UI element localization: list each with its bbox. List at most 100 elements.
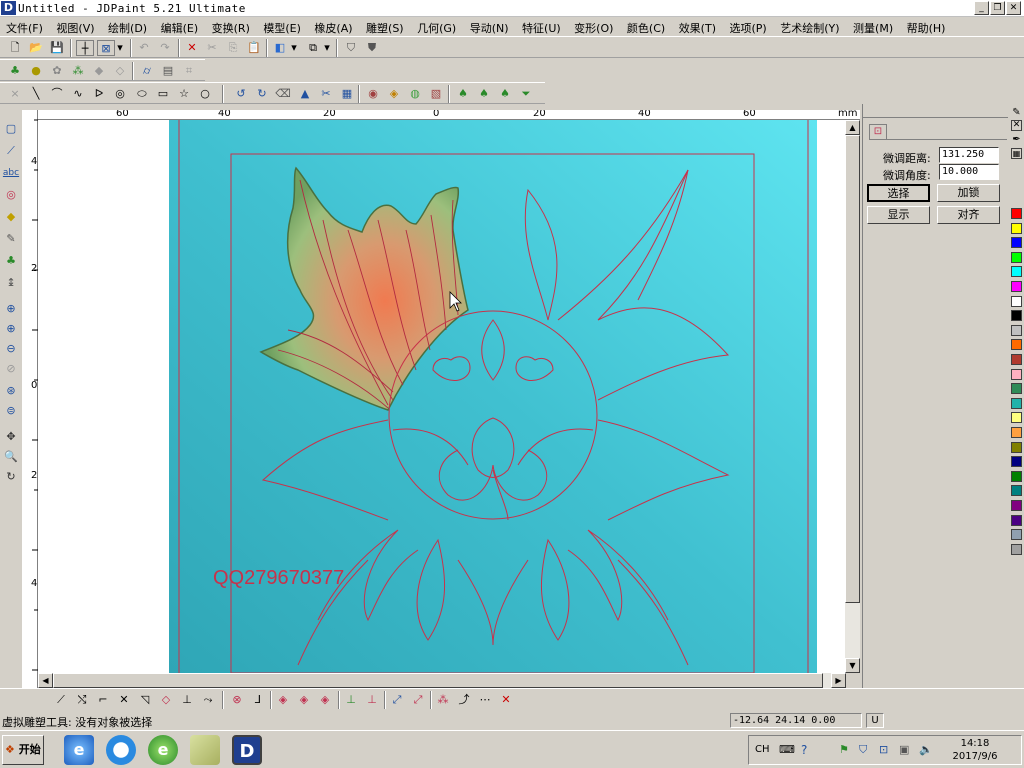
color-swatch[interactable] <box>1011 222 1022 234</box>
close-button[interactable]: ✕ <box>1006 1 1021 15</box>
pan-icon[interactable]: ✥ <box>2 428 20 446</box>
view-cube-icon[interactable]: ⧉ <box>304 40 322 56</box>
menu-draw[interactable]: 绘制(D) <box>102 17 147 36</box>
color-swatch[interactable] <box>1011 368 1022 380</box>
pin-icon[interactable]: ⤢ <box>388 692 406 708</box>
grid-icon[interactable]: ▤ <box>159 63 177 79</box>
menu-eraser[interactable]: 橡皮(A) <box>308 17 352 36</box>
sculpt-pull-icon[interactable]: ↻ <box>253 86 271 102</box>
align-icon[interactable]: ⊥ <box>363 692 381 708</box>
color-swatch[interactable] <box>1011 295 1022 307</box>
scatter-icon[interactable]: ⁂ <box>434 692 452 708</box>
crosshair-icon[interactable]: ┼ <box>76 40 94 56</box>
tree-icon[interactable]: ♣ <box>6 63 24 79</box>
select-button[interactable]: 选择 <box>867 184 930 202</box>
clock-date[interactable]: 2017/9/6 <box>945 751 1005 762</box>
diamond-color-icon[interactable]: ◈ <box>385 86 403 102</box>
zoom-in-icon[interactable]: ⊕ <box>2 320 20 338</box>
ie-browser-icon[interactable]: e <box>64 735 94 765</box>
leaf-tool-3-icon[interactable]: ♠ <box>496 86 514 102</box>
funnel-icon[interactable]: ⏷ <box>517 86 535 102</box>
color-swatch[interactable] <box>1011 456 1022 468</box>
palette-grid-icon[interactable]: ▦ <box>1011 148 1022 159</box>
menu-model[interactable]: 模型(E) <box>257 17 301 36</box>
vertical-scroll-thumb[interactable] <box>845 135 860 603</box>
color-swatch[interactable] <box>1011 543 1022 555</box>
shield-filled-icon[interactable]: ⛊ <box>363 40 381 56</box>
no-color-icon[interactable]: ✕ <box>1011 120 1022 131</box>
trim-icon[interactable]: ⤭ <box>73 692 91 708</box>
leaf-tool-icon[interactable]: ♠ <box>454 86 472 102</box>
distance-field[interactable]: 131.250 <box>939 147 999 163</box>
minimize-button[interactable]: _ <box>974 1 989 15</box>
cylinder-icon[interactable]: ⌭ <box>138 63 156 79</box>
cut-icon[interactable]: ✂ <box>203 40 221 56</box>
circle-icon[interactable]: ◎ <box>111 86 129 102</box>
lock-button[interactable]: 加锁 <box>937 184 1000 202</box>
line-tool-icon[interactable]: ⟋ <box>52 692 70 708</box>
rectangle-icon[interactable]: ▭ <box>154 86 172 102</box>
display-icon[interactable]: ▣ <box>899 743 913 757</box>
menu-view[interactable]: 视图(V) <box>50 17 94 36</box>
redo-icon[interactable]: ↷ <box>156 40 174 56</box>
menu-geometry[interactable]: 几何(G) <box>411 17 456 36</box>
menu-options[interactable]: 选项(P) <box>724 17 767 36</box>
vertical-scrollbar[interactable]: ▲ ▼ <box>845 120 860 673</box>
diamond-icon[interactable]: ◇ <box>111 63 129 79</box>
bulb-icon[interactable]: ● <box>27 63 45 79</box>
color-swatch[interactable] <box>1011 208 1022 219</box>
pin-red-icon[interactable]: ⤢ <box>409 692 427 708</box>
chevron-down-icon[interactable]: ▾ <box>322 40 332 56</box>
layer-color-icon[interactable]: ◧ <box>271 40 289 56</box>
rotate-view-icon[interactable]: ↻ <box>2 468 20 486</box>
cluster-icon[interactable]: ✿ <box>48 63 66 79</box>
polyline-icon[interactable]: ᐅ <box>90 86 108 102</box>
menu-file[interactable]: 文件(F) <box>0 17 43 36</box>
angle-field[interactable]: 10.000 <box>939 164 999 180</box>
break-icon[interactable]: ✕ <box>115 692 133 708</box>
delete-icon[interactable]: ✕ <box>183 40 201 56</box>
jdpaint-task-icon[interactable]: D <box>232 735 262 765</box>
keyboard-icon[interactable]: ⌨ <box>779 743 795 757</box>
color-swatch[interactable] <box>1011 514 1022 526</box>
menu-deform[interactable]: 变形(O) <box>568 17 613 36</box>
stamp-icon[interactable]: ▲ <box>296 86 314 102</box>
color-swatch[interactable] <box>1011 470 1022 482</box>
sphere-icon[interactable]: ◉ <box>364 86 382 102</box>
save-icon[interactable]: 💾 <box>48 40 66 56</box>
fillet-icon[interactable]: ⌐ <box>94 692 112 708</box>
color-swatch[interactable] <box>1011 412 1022 424</box>
menu-color[interactable]: 颜色(C) <box>621 17 665 36</box>
mirror-3-icon[interactable]: ◈ <box>316 692 334 708</box>
qq-browser-icon[interactable] <box>106 735 136 765</box>
text-tool-icon[interactable]: abc <box>2 164 20 182</box>
input-method-indicator[interactable]: CH <box>755 744 770 755</box>
menu-help[interactable]: 帮助(H) <box>901 17 946 36</box>
360-browser-icon[interactable]: e <box>148 735 178 765</box>
color-swatch[interactable] <box>1011 310 1022 322</box>
color-swatch[interactable] <box>1011 251 1022 263</box>
color-swatch[interactable] <box>1011 354 1022 365</box>
drawing-canvas[interactable]: QQ279670377 <box>38 120 846 673</box>
sculpt-push-icon[interactable]: ↺ <box>232 86 250 102</box>
mesh-icon[interactable]: ⌗ <box>180 63 198 79</box>
color-swatch[interactable] <box>1011 500 1022 511</box>
copy-icon[interactable]: ⎘ <box>224 40 242 56</box>
zoom-prev-icon[interactable]: ⊘ <box>2 360 20 378</box>
color-swatch[interactable] <box>1011 529 1022 541</box>
new-file-icon[interactable]: 🗋 <box>6 40 24 56</box>
chevron-down-icon[interactable]: ▾ <box>289 40 299 56</box>
paste-icon[interactable]: 📋 <box>245 40 263 56</box>
color-swatch[interactable] <box>1011 281 1022 292</box>
menu-guide[interactable]: 导动(N) <box>464 17 509 36</box>
panel-tab-icon[interactable]: ⊡ <box>869 124 887 140</box>
close-red-icon[interactable]: ✕ <box>497 692 515 708</box>
color-swatch[interactable] <box>1011 485 1022 497</box>
line-icon[interactable]: ╲ <box>27 86 45 102</box>
align-bottom-icon[interactable]: ⊥ <box>342 692 360 708</box>
spline-icon[interactable]: ∿ <box>69 86 87 102</box>
corner-icon[interactable]: ⅃ <box>249 692 267 708</box>
select-box-icon[interactable]: ⊠ <box>97 40 115 56</box>
extend-icon[interactable]: ◹ <box>136 692 154 708</box>
node-edit-icon[interactable]: ⟋ <box>2 142 20 160</box>
